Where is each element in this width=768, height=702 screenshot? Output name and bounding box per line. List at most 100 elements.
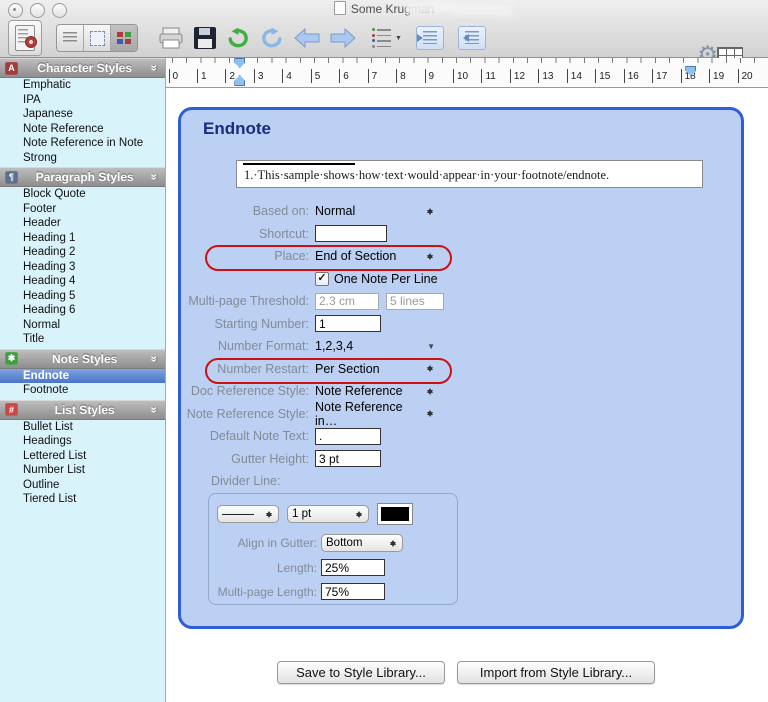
- style-editor-panel: Endnote 1.·This·sample·shows·how·text·wo…: [178, 107, 744, 629]
- save-icon[interactable]: [194, 27, 216, 49]
- ruler-number-17: 17: [656, 71, 667, 82]
- one-note-per-line-checkbox[interactable]: ✓: [315, 272, 329, 286]
- field-multi-page-threshold: Multi-page Threshold:: [181, 290, 741, 313]
- multi-page-length-label: Multi-page Length:: [209, 585, 317, 599]
- paragraph-style-icon: ¶: [5, 171, 18, 184]
- starting-number-label: Starting Number:: [181, 317, 309, 331]
- stepper-icon: [426, 362, 435, 375]
- document-proxy-icon: [334, 1, 346, 15]
- sidebar-item-block-quote[interactable]: Block Quote: [0, 187, 165, 202]
- field-gutter-height: Gutter Height:: [181, 448, 741, 471]
- one-note-per-line-label: One Note Per Line: [334, 272, 438, 286]
- indent-right-icon[interactable]: [416, 26, 444, 50]
- sidebar-item-ipa[interactable]: IPA: [0, 93, 165, 108]
- multi-page-length-input[interactable]: [321, 583, 385, 600]
- sidebar-item-footer[interactable]: Footer: [0, 202, 165, 217]
- length-input[interactable]: [321, 559, 385, 576]
- sidebar-item-heading-2[interactable]: Heading 2: [0, 245, 165, 260]
- sidebar-item-heading-5[interactable]: Heading 5: [0, 289, 165, 304]
- ruler-number-5: 5: [315, 71, 321, 82]
- collapse-chevron-icon: »: [148, 355, 162, 362]
- stepper-icon: [426, 407, 435, 420]
- field-starting-number: Starting Number:: [181, 313, 741, 336]
- sidebar-item-endnote[interactable]: Endnote: [0, 369, 165, 384]
- number-format-popup[interactable]: 1,2,3,4 ▼: [315, 339, 435, 353]
- sidebar-item-number-list[interactable]: Number List: [0, 463, 165, 478]
- shortcut-input[interactable]: [315, 225, 387, 242]
- section-header-note-styles[interactable]: ✱Note Styles»: [0, 349, 165, 369]
- sidebar-item-strong[interactable]: Strong: [0, 151, 165, 166]
- sidebar-item-emphatic[interactable]: Emphatic: [0, 78, 165, 93]
- ruler-number-2: 2: [229, 71, 235, 82]
- based-on-popup[interactable]: Normal: [315, 204, 435, 218]
- line-thickness-popup[interactable]: 1 pt: [287, 505, 369, 523]
- sidebar-item-tiered-list[interactable]: Tiered List: [0, 492, 165, 507]
- sidebar-item-japanese[interactable]: Japanese: [0, 107, 165, 122]
- sidebar-item-heading-1[interactable]: Heading 1: [0, 231, 165, 246]
- print-icon[interactable]: [158, 27, 184, 49]
- styles-list-icon[interactable]: ▼: [372, 28, 402, 48]
- field-note-reference-style: Note Reference Style: Note Reference in…: [181, 403, 741, 426]
- redaction-scribble: [452, 4, 512, 15]
- section-header-list-styles[interactable]: #List Styles»: [0, 400, 165, 420]
- sidebar-item-footnote[interactable]: Footnote: [0, 383, 165, 398]
- sidebar-item-title[interactable]: Title: [0, 332, 165, 347]
- sidebar-item-heading-4[interactable]: Heading 4: [0, 274, 165, 289]
- sidebar-item-bullet-list[interactable]: Bullet List: [0, 420, 165, 435]
- line-color-well[interactable]: [377, 503, 413, 525]
- section-header-paragraph-styles[interactable]: ¶Paragraph Styles»: [0, 167, 165, 187]
- sidebar-item-heading-6[interactable]: Heading 6: [0, 303, 165, 318]
- doc-reference-style-popup[interactable]: Note Reference: [315, 384, 435, 398]
- forward-icon[interactable]: [330, 28, 356, 48]
- sidebar-item-headings[interactable]: Headings: [0, 434, 165, 449]
- default-note-text-input[interactable]: [315, 428, 381, 445]
- number-restart-popup[interactable]: Per Section: [315, 362, 435, 376]
- ruler-number-15: 15: [599, 71, 610, 82]
- gutter-height-input[interactable]: [315, 450, 381, 467]
- page-view-icon[interactable]: [84, 25, 111, 51]
- style-sheet-view-icon[interactable]: [111, 25, 137, 51]
- field-number-restart: Number Restart: Per Section: [181, 358, 741, 381]
- threshold-lines-input[interactable]: [386, 293, 444, 310]
- ruler-minor-ticks: [172, 58, 766, 63]
- note-style-icon: ✱: [5, 352, 18, 365]
- ruler[interactable]: 01234567891011121314151617181920: [166, 58, 768, 88]
- threshold-distance-input[interactable]: [315, 293, 379, 310]
- stepper-icon: [355, 508, 364, 521]
- sidebar-item-lettered-list[interactable]: Lettered List: [0, 449, 165, 464]
- number-format-label: Number Format:: [181, 339, 309, 353]
- chevron-down-icon: ▼: [427, 342, 435, 351]
- ruler-number-19: 19: [713, 71, 724, 82]
- ruler-number-20: 20: [742, 71, 753, 82]
- undo-icon[interactable]: [226, 27, 250, 49]
- sidebar-item-heading-3[interactable]: Heading 3: [0, 260, 165, 275]
- draft-view-icon[interactable]: [57, 25, 84, 51]
- save-to-style-library-button[interactable]: Save to Style Library...: [277, 661, 445, 684]
- indent-left-icon[interactable]: [458, 26, 486, 50]
- place-popup[interactable]: End of Section: [315, 249, 435, 263]
- ruler-number-6: 6: [343, 71, 349, 82]
- gutter-height-label: Gutter Height:: [181, 452, 309, 466]
- section-header-character-styles[interactable]: ACharacter Styles»: [0, 58, 165, 78]
- sidebar-item-note-reference[interactable]: Note Reference: [0, 122, 165, 137]
- note-reference-style-popup[interactable]: Note Reference in…: [315, 400, 435, 428]
- align-in-gutter-popup[interactable]: Bottom: [321, 534, 403, 552]
- starting-number-input[interactable]: [315, 315, 381, 332]
- left-indent-marker[interactable]: [234, 75, 245, 86]
- divider-line-sample: [243, 163, 355, 165]
- line-style-popup[interactable]: [217, 505, 279, 523]
- ruler-number-11: 11: [485, 71, 495, 82]
- ruler-number-13: 13: [542, 71, 553, 82]
- sidebar-item-normal[interactable]: Normal: [0, 318, 165, 333]
- sidebar-item-header[interactable]: Header: [0, 216, 165, 231]
- document-clock-icon[interactable]: [8, 20, 42, 56]
- sidebar-item-outline[interactable]: Outline: [0, 478, 165, 493]
- field-doc-reference-style: Doc Reference Style: Note Reference: [181, 380, 741, 403]
- redo-icon[interactable]: [260, 27, 284, 49]
- ruler-number-1: 1: [201, 71, 207, 82]
- stepper-icon: [389, 537, 398, 550]
- first-line-indent-marker[interactable]: [234, 58, 245, 68]
- import-from-style-library-button[interactable]: Import from Style Library...: [457, 661, 655, 684]
- back-icon[interactable]: [294, 28, 320, 48]
- sidebar-item-note-reference-in-note[interactable]: Note Reference in Note: [0, 136, 165, 151]
